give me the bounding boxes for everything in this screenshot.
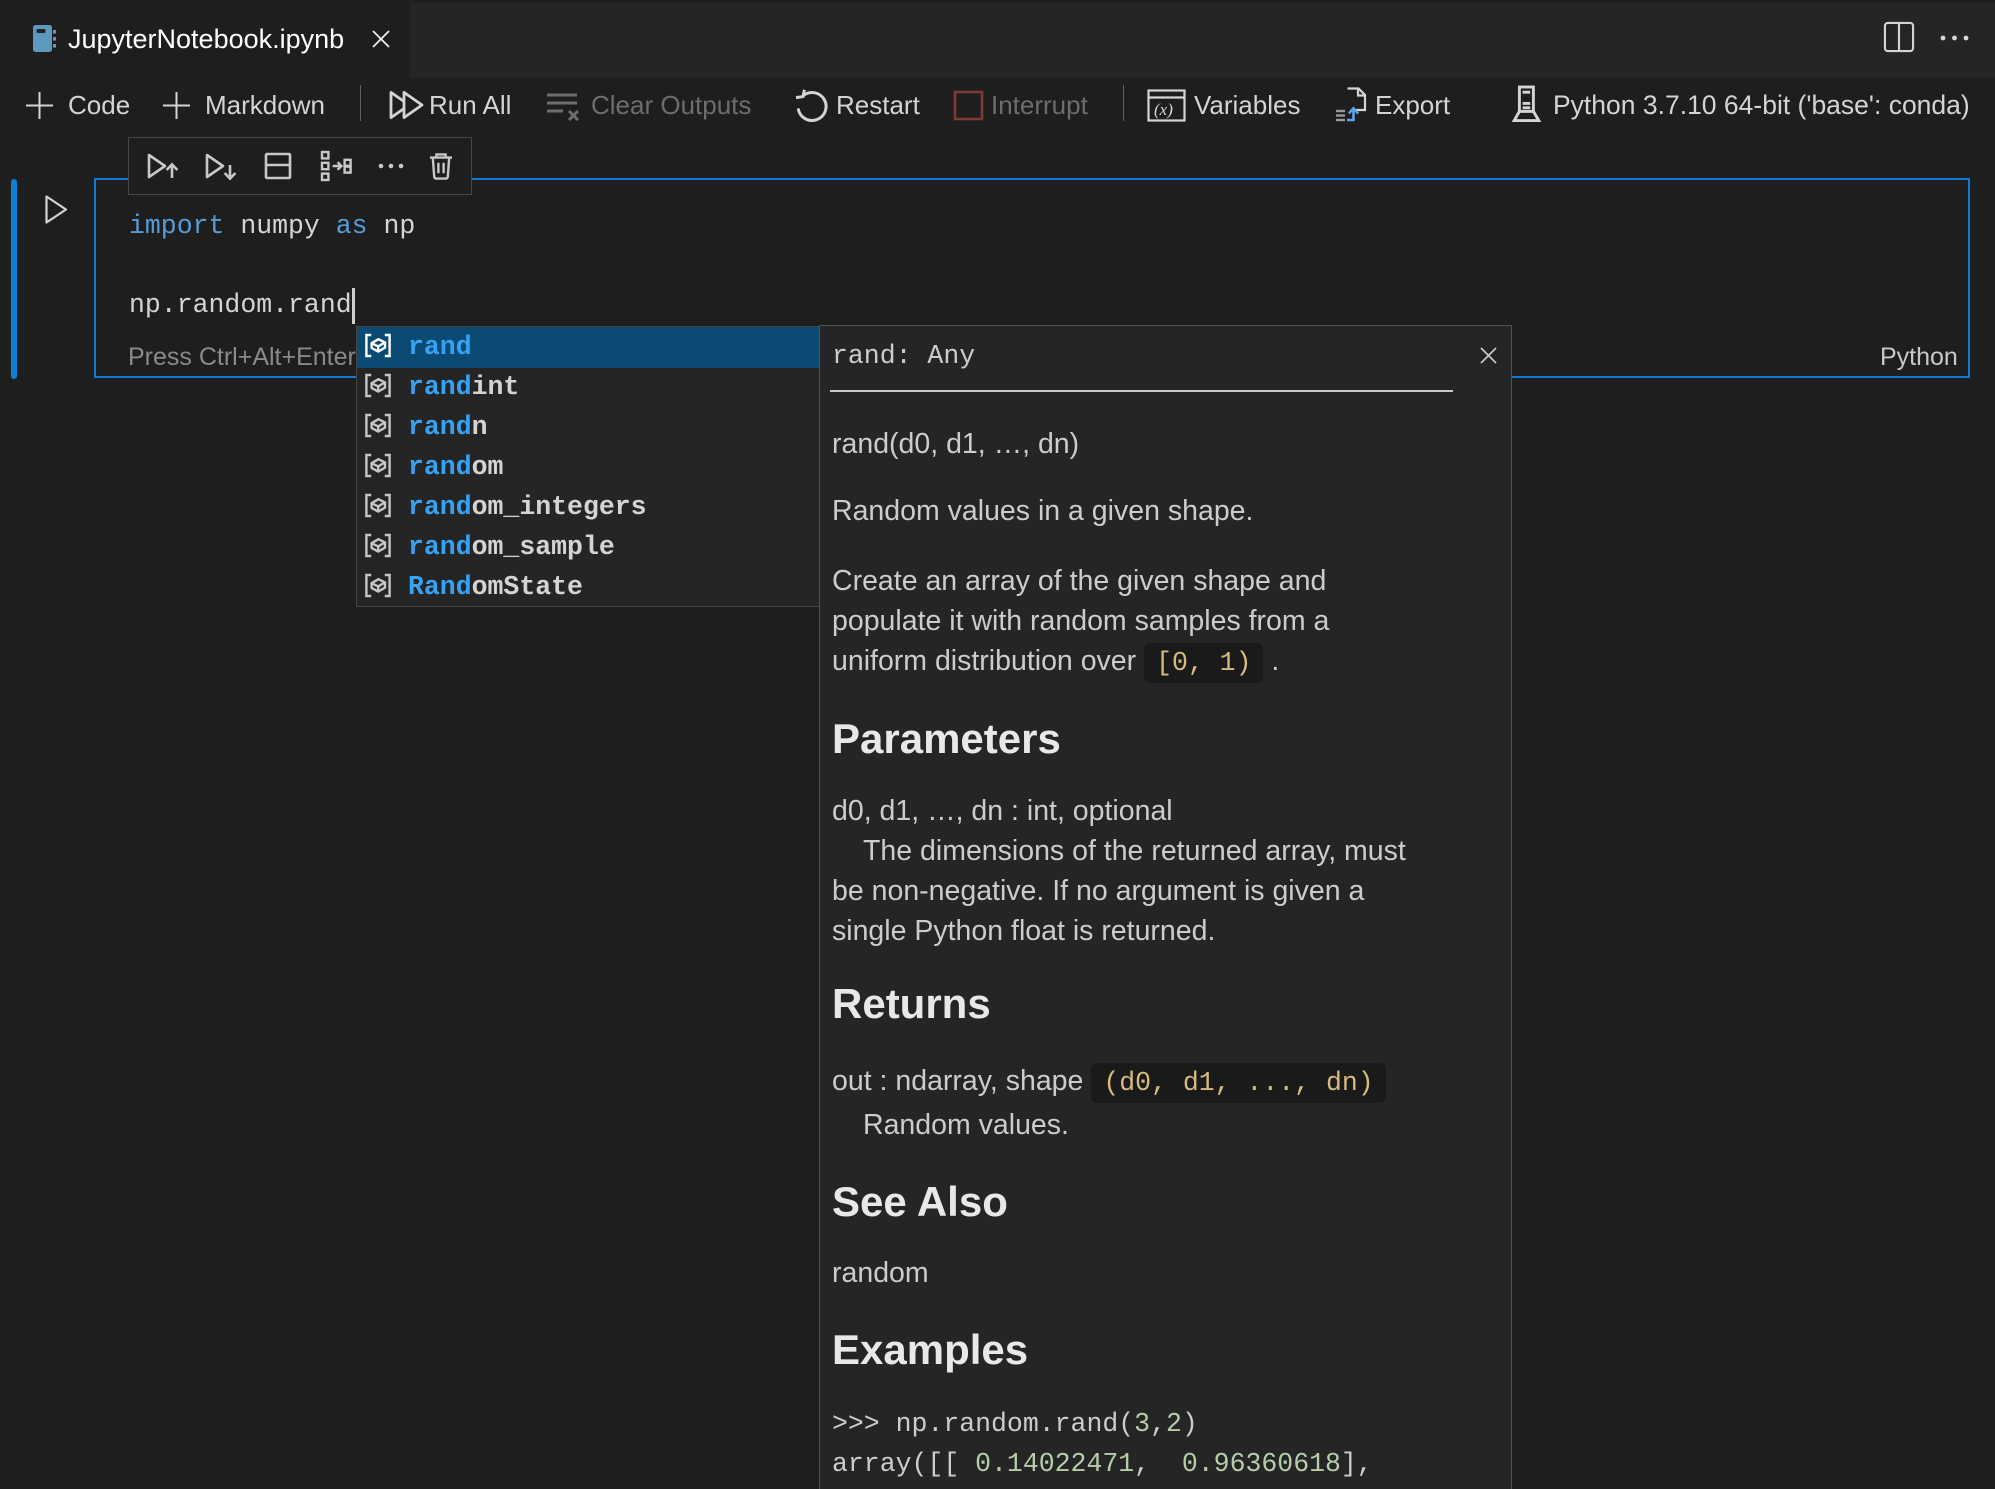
svg-text:(x): (x) [1154, 100, 1173, 119]
